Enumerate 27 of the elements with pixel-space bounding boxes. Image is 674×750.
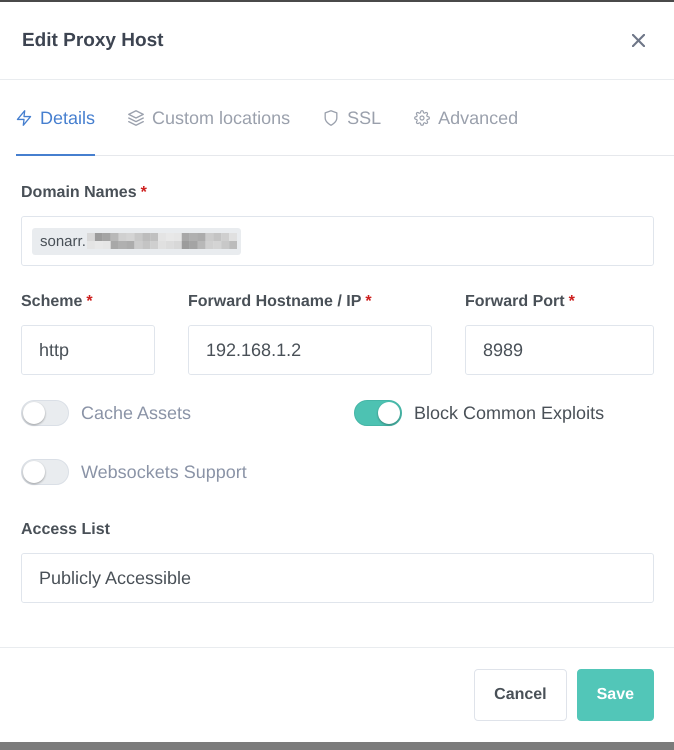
close-icon[interactable] [632,34,645,47]
required-asterisk: * [86,292,93,312]
field-label: Scheme [21,292,82,312]
domain-names-field[interactable]: sonarr. [21,216,654,266]
field-label: Domain Names [21,183,137,203]
layers-icon [128,110,144,126]
toggle-switch[interactable] [354,400,402,426]
required-asterisk: * [140,183,147,203]
gear-icon [414,110,430,126]
toggle-label: Cache Assets [81,402,192,424]
required-asterisk: * [365,292,372,312]
access-list-field[interactable]: Publicly Accessible [21,553,654,603]
input-field[interactable]: 192.168.1.2 [188,325,432,375]
toggle-label: Websockets Support [81,462,247,482]
domain-text: sonarr. [40,232,86,250]
toggle-label: Block Common Exploits [414,402,604,424]
dialog-title: Edit Proxy Host [22,30,164,52]
input-field[interactable]: http [21,325,155,375]
field-label: Forward Port [465,292,565,312]
field-label: Forward Hostname / IP [188,292,362,312]
shield-icon [323,110,340,126]
cancel-button[interactable]: Cancel [474,669,567,721]
input-field[interactable]: 8989 [465,325,654,375]
tab[interactable]: Details [16,80,96,156]
lightning-icon [16,110,32,126]
required-asterisk: * [568,292,575,312]
field-label: Access List [21,520,110,540]
